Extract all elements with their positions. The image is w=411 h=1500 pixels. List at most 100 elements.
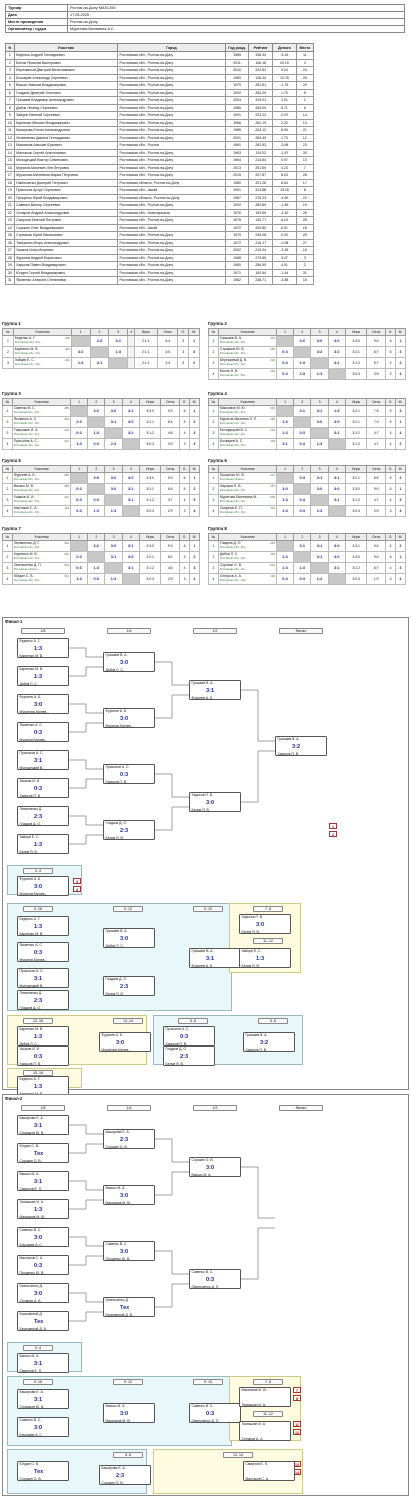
player-cell: 26 <box>295 73 315 82</box>
round-of-16-match[interactable]: Зайцев Е. С. 1:3 Белов Я. В. <box>17 834 69 854</box>
group-row: 3 Сорокин О. В. 201 Ростовская обл., Акс...… <box>208 561 407 574</box>
group-points: 3 <box>177 334 190 347</box>
consolation-match[interactable]: Каширова Е. А. 3:1 Стрижков Ю. В. <box>17 1389 69 1409</box>
consolation-match[interactable]: Савенко В. С. 3:0 Бочкарев А. С. <box>17 1417 69 1437</box>
consolation-match[interactable]: Васько М. А. 3:0 Максимов М. Ю. <box>103 1403 155 1423</box>
group-player-rating: 348 <box>65 336 70 341</box>
semifinal-match[interactable]: Гришаев В. А. 3:1 Фурсеев А. Б. <box>189 680 241 700</box>
match-score: 3:0 <box>120 716 129 722</box>
placement-match[interactable]: Гладков Д. О. 2:3 Белов Я. В. <box>163 1046 215 1066</box>
player-cell: 5 <box>295 88 315 97</box>
group-row-number: 4 <box>2 572 13 585</box>
round-of-16-match[interactable]: Фурсеев А. Б. 3:0 Муратова-Милев... <box>17 694 69 714</box>
match-player-b: Селяров А. А. <box>241 1437 264 1441</box>
player-cell: -2.26 <box>272 246 297 255</box>
quarterfinal-match[interactable]: Прасолов А. С. 0:3 Харьков П. В. <box>103 764 155 784</box>
consolation-match[interactable]: Беденко А. Г. 1:3 Карпенко М. В. <box>17 916 69 936</box>
group-player-name: Прасолов А. С. <box>13 439 38 444</box>
round-of-16-match[interactable]: Омельченко Д. 3:0 Селяров А. А. <box>17 1283 69 1303</box>
player-cell: 28 <box>5 253 15 262</box>
match-score: 3:2 <box>260 1040 269 1046</box>
consolation-match[interactable]: Гришаев В. А. 3:1 Фурсеев А. Б. <box>189 948 241 968</box>
player-row: 29 Харьков Павел Владимирович Ростовская о… <box>5 261 315 270</box>
round-of-16-match[interactable]: Ушаков И. И. 0:3 Харьков П. В. <box>17 778 69 798</box>
player-row: 9 Зайцев Евгений Сергеевич Ростовская обл.… <box>5 111 315 120</box>
group-games: 3:1:2 <box>344 356 368 369</box>
player-cell: 200.80 <box>248 223 274 232</box>
round-of-16-match[interactable]: Савенко В. С. 3:0 Бочкарев А. С. <box>17 1227 69 1247</box>
round-of-16-match[interactable]: Карпенко М. В. 1:3 Дибов Л. С. <box>17 666 69 686</box>
match-score: 3:0 <box>120 936 129 942</box>
bronze-match[interactable]: Фурсеев А. Б. 3:0 Муратов-Милев... <box>17 876 69 896</box>
player-cell: 29 <box>5 261 15 270</box>
round-of-16-match[interactable]: Васько М. А. 3:1 Смирнов Е. П. <box>17 1171 69 1191</box>
group-games: 3:2:1 <box>344 415 368 428</box>
group-player-name: Ушаков И. И. <box>13 495 35 500</box>
group-player-city: Ростовская обл., Рос... <box>14 340 43 344</box>
player-city: Ростовская обл., Ростов-на-Дону <box>116 216 226 225</box>
placement-match[interactable]: Прасолов А. С. 0:3 Харьков П. В. <box>163 1026 215 1046</box>
round-of-16-match[interactable]: Березкиный Д. Тех Березкиный Д. В. <box>17 1311 69 1331</box>
group-games: 3:1:2 <box>138 426 162 439</box>
consolation-match[interactable]: Савенко В. С. 0:3 Омельченко Д. П. <box>189 1403 241 1423</box>
consolation-match[interactable]: Гладков Д. О. 2:3 Белов Я. В. <box>103 976 155 996</box>
group-score-cell: 1:3 <box>275 426 295 439</box>
group-row: 2 Стрижков Ю. В. 245 Ростовская обл., Рос..… <box>208 345 407 358</box>
consolation-match[interactable]: Литвиненко Д. 2:3 Гладков Д. О. <box>17 990 69 1010</box>
quarterfinal-match[interactable]: Гладков Д. О. 2:3 Белов Я. В. <box>103 820 155 840</box>
group-player: Селяров А. А. 194 Ростовская обл., Нов... <box>217 572 277 585</box>
player-cell: 2010 <box>224 66 250 75</box>
round-of-16-match[interactable]: Прасолов А. С. 3:1 Молодецкий В. <box>17 750 69 770</box>
player-cell: 284.89 <box>248 201 274 210</box>
group-cell-self <box>87 550 106 563</box>
match-player-a: Сорокин О. В. <box>191 1158 214 1162</box>
placement-match[interactable]: Тимошкин И. А. Селяров А. А. <box>239 1421 291 1441</box>
placement-match[interactable]: Максимов М. Ю. Тимошкин И. А. <box>239 1387 291 1407</box>
bronze-match[interactable]: Васько М. А. 3:1 Смирнов Е. П. <box>17 1353 69 1373</box>
quarterfinal-match[interactable]: Васько М. А. 3:0 Максимов М. Ю. <box>103 1185 155 1205</box>
player-row: 12 Литвиненко Данила Геннадьевич Ростовска… <box>5 133 315 142</box>
round-of-16-match[interactable]: Юндин С. В. Тех Сорокин О. В. <box>17 1143 69 1163</box>
bracket-connector <box>69 1143 103 1154</box>
quarterfinal-match[interactable]: Гришаев В. А. 3:0 Дибов Л. С. <box>103 652 155 672</box>
placement-match[interactable]: Смирнов Е. П. Мастаков С. А. <box>243 1461 295 1481</box>
placement-match[interactable]: Зайцев Е. С. 1:3 Белов Я. В. <box>239 948 291 968</box>
placement-match[interactable]: Харьков П. В. 3:0 Белов Я. В. <box>239 914 291 934</box>
group-row-number: 2 <box>2 482 13 495</box>
consolation-match[interactable]: Карпенко М. В. 1:3 Дибов Л. С. <box>17 1026 69 1046</box>
semifinal-match[interactable]: Савенко В. С. 0:3 Омельченко Д. П. <box>189 1269 241 1289</box>
player-row: 14 Мастаков Сергей Анатольевич Ростовская … <box>5 148 315 157</box>
group-score-cell: 2:3 <box>293 367 312 380</box>
group-score-cell: 1:3 <box>87 504 106 517</box>
round-of-16-match[interactable]: Беденко А. Г. 1:3 Карпенко М. В. <box>17 638 69 658</box>
consolation-match[interactable]: Прасолов А. С. 3:1 Молодецкий В. <box>17 968 69 988</box>
consolation-match[interactable]: Фурсеев А. Б. 3:0 Муратова-Милев... <box>99 1032 151 1052</box>
player-row: 5 Васько Максим Владимирович Ростовская об… <box>5 81 315 90</box>
quarterfinal-match[interactable]: Фурсеев А. Б. 3:0 Муратов-Милев... <box>103 708 155 728</box>
semifinal-match[interactable]: Сорокин О. В. 3:0 Васько М. А. <box>189 1157 241 1177</box>
quarterfinal-match[interactable]: Омельченко Д. Тех Березкиный Д. В. <box>103 1297 155 1317</box>
round-of-16-match[interactable]: Мастаков С. А. 0:3 Проценко Ю. В. <box>17 1255 69 1275</box>
match-score: 3:0 <box>34 1291 43 1297</box>
consolation-match[interactable]: Ушаков И. И. 0:3 Харьков П. В. <box>17 1046 69 1066</box>
player-cell: 207.87 <box>248 171 274 180</box>
placement-match[interactable]: Каширова Е. А. 2:3 Сорокин О. В. <box>99 1465 151 1485</box>
consolation-match[interactable]: Юндин С. В. Тех Сорокин О. В. <box>17 1461 69 1481</box>
player-cell: 248.71 <box>248 276 274 285</box>
semifinal-match[interactable]: Харьков П. В. 3:0 Белов Я. В. <box>189 792 241 812</box>
placement-match[interactable]: Гришаев В. А. 3:2 Харьков П. В. <box>243 1032 295 1052</box>
group-row: 4 Бочкарев А. С. 118 Ростовская обл., Рос..… <box>208 437 407 450</box>
round-of-16-match[interactable]: Литвиненко Д. 2:3 Гладков Д. О. <box>17 806 69 826</box>
bracket-connector <box>241 750 275 803</box>
group-games: 3:1:2 <box>344 426 368 439</box>
round-of-16-match[interactable]: Каширова Е. А. 3:1 Стрижков Ю. В. <box>17 1115 69 1135</box>
final-match[interactable]: Гришаев В. А. 3:2 Харьков П. В. <box>275 736 327 756</box>
round-of-16-match[interactable]: Тимошкин И. А. 1:3 Максимов М. Ю. <box>17 1199 69 1219</box>
placement-match[interactable]: Беденко А. Г.1:3Карпенко М. В. <box>17 1076 69 1096</box>
round-of-16-match[interactable]: Яковенко А. С. 0:3 Муратов-Милев... <box>17 722 69 742</box>
quarterfinal-match[interactable]: Савенко В. С. 3:0 Проценко Ю. В. <box>103 1241 155 1261</box>
consolation-match[interactable]: Яковенко А. С. 0:3 Муратов-Милев... <box>17 942 69 962</box>
player-cell: 130.77 <box>248 216 274 225</box>
quarterfinal-match[interactable]: Каширова Е. А. 2:3 Сорокин О. В. <box>103 1129 155 1149</box>
consolation-match[interactable]: Гришаев В. А. 3:0 Дибов Л. С. <box>103 928 155 948</box>
